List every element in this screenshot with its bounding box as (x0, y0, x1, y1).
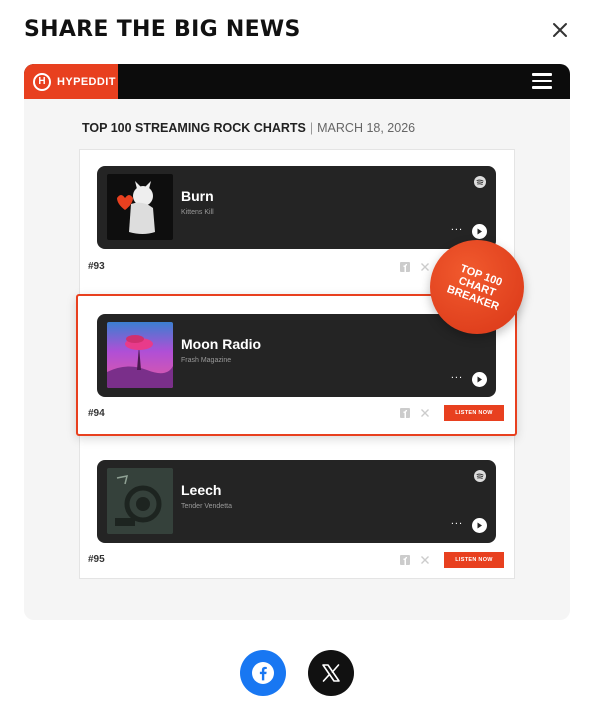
modal-title: SHARE THE BIG NEWS (24, 17, 301, 42)
play-icon (477, 376, 482, 383)
chart-date: MARCH 18, 2026 (317, 121, 416, 135)
track-title: Leech (181, 482, 222, 498)
rank-label: #95 (88, 554, 105, 565)
album-art (107, 322, 173, 388)
close-button[interactable] (546, 16, 574, 44)
play-button[interactable] (472, 518, 487, 533)
album-art (107, 468, 173, 534)
hamburger-icon[interactable] (532, 73, 552, 89)
rank-label: #94 (88, 408, 105, 419)
close-icon (553, 23, 567, 37)
share-preview: H HYPEDDIT TOP 100 STREAMING ROCK CHARTS… (24, 64, 570, 620)
track-artist: Frash Magazine (181, 357, 232, 364)
hypeddit-logo-icon: H (33, 72, 51, 91)
listen-now-button[interactable]: LISTEN NOW (444, 405, 504, 421)
hypeddit-navbar: H HYPEDDIT (24, 64, 570, 99)
play-icon (477, 228, 482, 235)
spotify-icon (474, 470, 486, 482)
play-button[interactable] (472, 372, 487, 387)
album-art (107, 174, 173, 240)
chart-heading: TOP 100 STREAMING ROCK CHARTS | MARCH 18, … (82, 121, 415, 135)
x-logo-icon (322, 664, 340, 682)
spotify-icon (474, 176, 486, 188)
x-small-icon[interactable] (420, 555, 430, 565)
x-small-icon[interactable] (420, 408, 430, 418)
track-card-moon-radio: Moon Radio Frash Magazine ... (97, 314, 496, 397)
rank-label: #93 (88, 261, 105, 272)
track-artist: Kittens Kill (181, 209, 214, 216)
facebook-small-icon[interactable] (400, 408, 410, 418)
track-artist: Tender Vendetta (181, 503, 232, 510)
heading-separator: | (309, 121, 314, 135)
hypeddit-logo: H HYPEDDIT (24, 64, 118, 99)
share-x-button[interactable] (308, 650, 354, 696)
track-card-burn: Burn Kittens Kill ... (97, 166, 496, 249)
x-small-icon[interactable] (420, 262, 430, 272)
chart-title: TOP 100 STREAMING ROCK CHARTS (82, 121, 306, 135)
chart-breaker-badge: TOP 100 CHART BREAKER (430, 240, 524, 334)
more-options-icon[interactable]: ... (451, 370, 463, 381)
share-facebook-button[interactable] (240, 650, 286, 696)
facebook-small-icon[interactable] (400, 555, 410, 565)
play-icon (477, 522, 482, 529)
track-title: Moon Radio (181, 336, 262, 352)
facebook-icon (252, 662, 274, 684)
brand-name: HYPEDDIT (57, 75, 116, 88)
more-options-icon[interactable]: ... (451, 516, 463, 527)
track-card-leech: Leech Tender Vendetta ... (97, 460, 496, 543)
track-title: Burn (181, 188, 214, 204)
facebook-small-icon[interactable] (400, 262, 410, 272)
listen-now-button[interactable]: LISTEN NOW (444, 552, 504, 568)
